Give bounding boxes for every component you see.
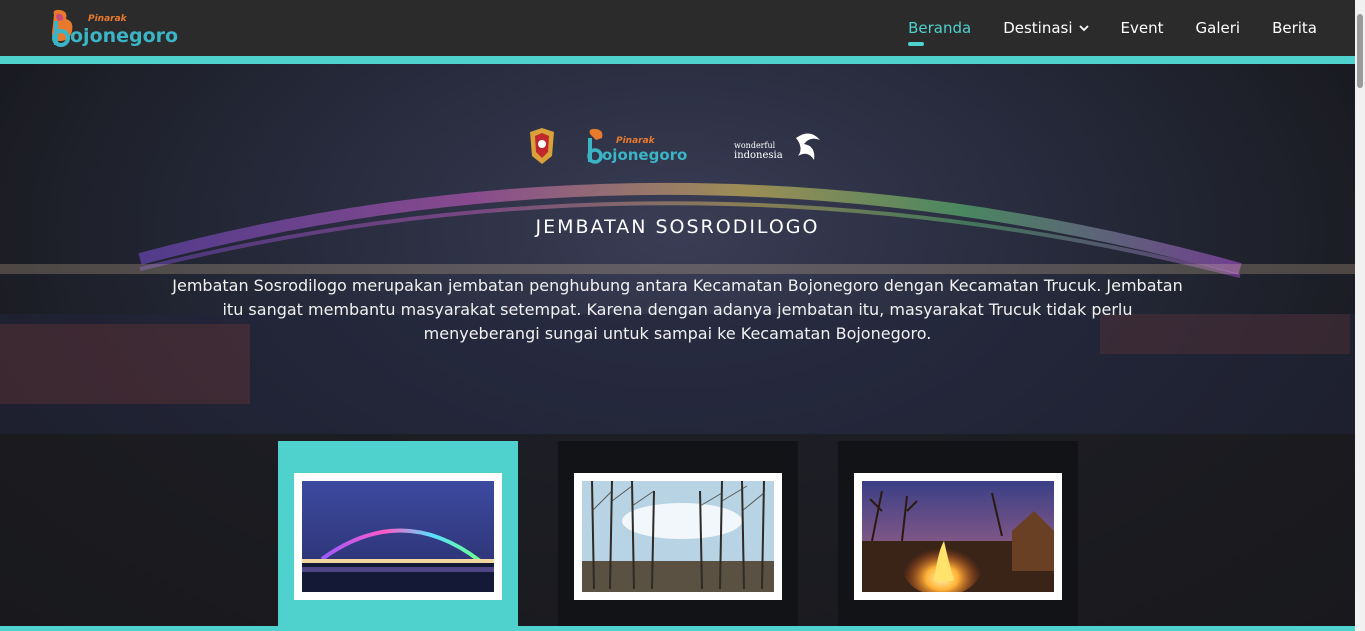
hero-title: JEMBATAN SOSRODILOGO bbox=[535, 216, 820, 238]
footer-accent-bar bbox=[0, 626, 1355, 631]
scrollbar[interactable] bbox=[1355, 0, 1365, 631]
svg-text:ojonegoro: ojonegoro bbox=[602, 146, 687, 164]
site-header: Pinarak ojonegoro Beranda Destinasi Even… bbox=[0, 0, 1355, 56]
main-nav: Beranda Destinasi Event Galeri Berita bbox=[908, 0, 1317, 56]
pinarak-bojonegoro-small-logo: Pinarak ojonegoro bbox=[587, 128, 687, 164]
card-thumbnail-frame bbox=[854, 473, 1062, 600]
header-accent-bar bbox=[0, 56, 1355, 64]
nav-event[interactable]: Event bbox=[1121, 19, 1164, 37]
regency-crest-icon bbox=[530, 128, 554, 164]
nav-galeri[interactable]: Galeri bbox=[1196, 19, 1241, 37]
destination-card[interactable] bbox=[838, 441, 1078, 626]
nav-destinasi[interactable]: Destinasi bbox=[1003, 19, 1089, 37]
wonderful-indonesia-logo: wonderful indonesia bbox=[734, 133, 820, 161]
partner-logos: Pinarak ojonegoro wonderful indonesia bbox=[530, 128, 820, 164]
chevron-down-icon bbox=[1078, 25, 1089, 32]
scrollbar-thumb[interactable] bbox=[1357, 14, 1363, 88]
nav-berita[interactable]: Berita bbox=[1272, 19, 1317, 37]
nav-beranda[interactable]: Beranda bbox=[908, 19, 971, 46]
svg-text:indonesia: indonesia bbox=[734, 150, 783, 161]
card-thumbnail-frame bbox=[294, 473, 502, 600]
campfire-photo bbox=[862, 481, 1054, 592]
svg-text:wonderful: wonderful bbox=[734, 141, 776, 150]
destination-card[interactable] bbox=[278, 441, 518, 626]
svg-text:ojonegoro: ojonegoro bbox=[70, 25, 178, 47]
svg-text:Pinarak: Pinarak bbox=[88, 14, 128, 24]
pinarak-bojonegoro-logo[interactable]: Pinarak ojonegoro bbox=[48, 7, 178, 51]
card-thumbnail-frame bbox=[574, 473, 782, 600]
teak-forest-photo bbox=[582, 481, 774, 592]
bridge-night-photo bbox=[302, 481, 494, 592]
hero-section: Pinarak ojonegoro wonderful indonesia JE… bbox=[0, 64, 1355, 626]
svg-text:Pinarak: Pinarak bbox=[616, 136, 656, 146]
hero-description: Jembatan Sosrodilogo merupakan jembatan … bbox=[172, 276, 1183, 343]
destination-card[interactable] bbox=[558, 441, 798, 626]
